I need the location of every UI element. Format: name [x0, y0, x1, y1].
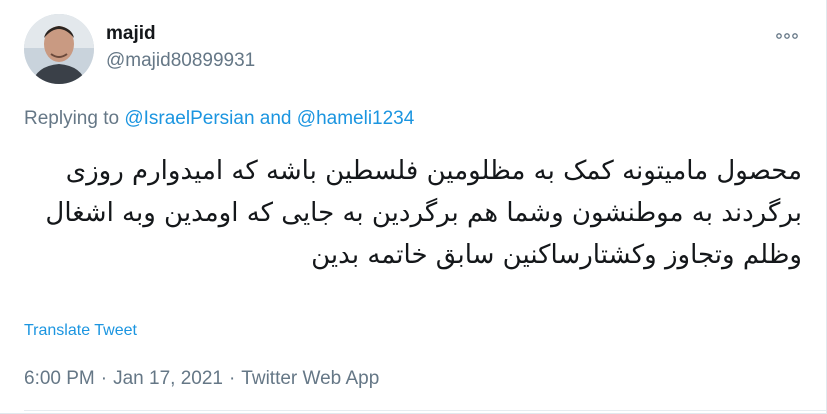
reply-user-1-link[interactable]: @IsraelPersian: [124, 108, 254, 129]
avatar[interactable]: [24, 14, 94, 84]
more-dots-icon: [776, 33, 798, 39]
tweet-date[interactable]: Jan 17, 2021: [113, 368, 223, 389]
replying-to: Replying to @IsraelPersian and @hameli12…: [24, 108, 414, 130]
tweet-source[interactable]: Twitter Web App: [241, 368, 379, 389]
tweet-time[interactable]: 6:00 PM: [24, 368, 95, 389]
meta-separator: ·: [228, 368, 236, 389]
translate-tweet-link[interactable]: Translate Tweet: [24, 322, 137, 340]
tweet-card: majid @majid80899931 Replying to @Israel…: [0, 0, 827, 414]
author-names: majid @majid80899931: [106, 14, 255, 74]
replying-prefix: Replying to: [24, 108, 120, 129]
tweet-text: محصول مامیتونه کمک به مظلومین فلسطین باش…: [45, 156, 802, 270]
tweet-header: majid @majid80899931: [24, 14, 806, 86]
user-handle[interactable]: @majid80899931: [106, 48, 255, 74]
tweet-meta: 6:00 PM · Jan 17, 2021 · Twitter Web App: [24, 368, 379, 390]
display-name[interactable]: majid: [106, 22, 255, 46]
divider: [24, 410, 826, 411]
meta-separator: ·: [100, 368, 108, 389]
reply-connector: and: [259, 108, 292, 129]
reply-user-2-link[interactable]: @hameli1234: [297, 108, 415, 129]
avatar-photo-icon: [24, 14, 94, 84]
more-options-button[interactable]: [772, 26, 802, 46]
